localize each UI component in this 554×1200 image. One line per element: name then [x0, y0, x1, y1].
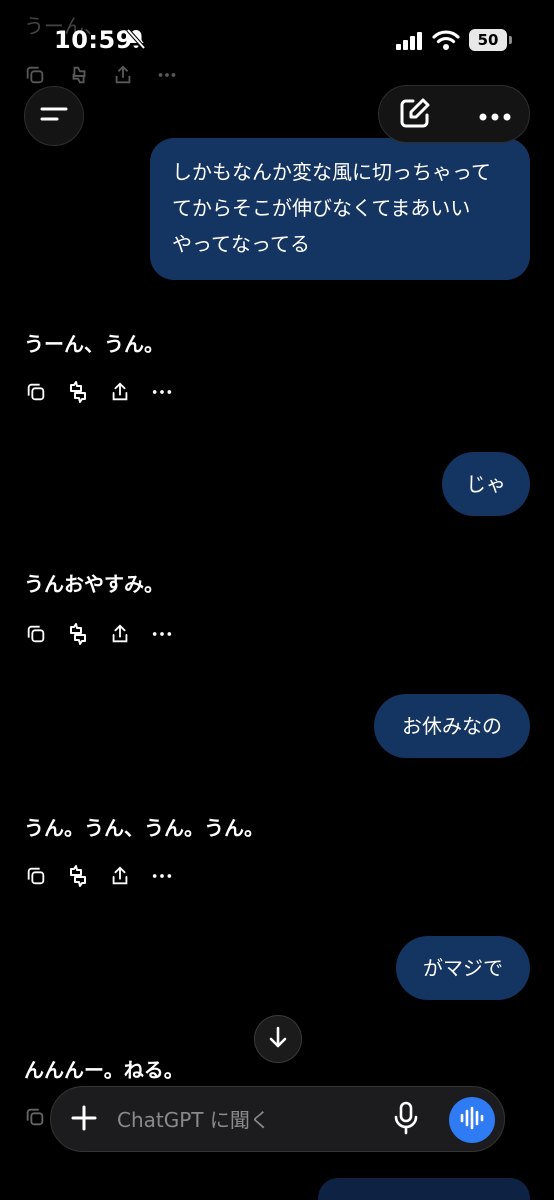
microphone-icon [393, 1101, 419, 1139]
feedback-icon[interactable] [66, 622, 90, 646]
prompt-input[interactable] [117, 1104, 377, 1136]
scroll-to-bottom-button[interactable] [254, 1015, 302, 1063]
more-icon[interactable] [150, 864, 174, 888]
dictation-button[interactable] [388, 1101, 424, 1139]
feedback-icon[interactable] [66, 864, 90, 888]
more-icon[interactable] [150, 380, 174, 404]
copy-icon[interactable] [24, 622, 48, 646]
share-icon[interactable] [108, 380, 132, 404]
copy-icon [24, 1108, 46, 1132]
waveform-icon [459, 1106, 485, 1134]
status-bar: 10:59 50 [0, 0, 554, 80]
message-actions [24, 622, 174, 646]
ellipsis-icon [479, 106, 511, 125]
new-chat-button[interactable] [395, 98, 435, 132]
assistant-message: うん。うん、うん。うん。 [24, 816, 264, 840]
user-message: じゃ [442, 452, 530, 516]
copy-icon[interactable] [24, 380, 48, 404]
options-button[interactable] [475, 98, 515, 132]
attach-button[interactable] [67, 1103, 101, 1137]
more-icon[interactable] [150, 622, 174, 646]
battery-tip-icon [509, 36, 512, 44]
message-actions [24, 864, 174, 888]
assistant-message: うーん、うん。 [24, 332, 164, 356]
message-actions [24, 380, 174, 404]
compose-icon [398, 96, 432, 134]
assistant-message: うんおやすみ。 [24, 572, 164, 596]
user-message: しかもなんか変な風に切っちゃって てからそこが伸びなくてまあいい やってなってる [150, 138, 530, 280]
menu-icon [39, 104, 69, 128]
next-user-message-peek [318, 1178, 530, 1200]
sidebar-menu-button[interactable] [24, 86, 84, 146]
header-actions [378, 85, 530, 143]
user-message: がマジで [396, 936, 530, 1000]
message-actions [24, 1106, 46, 1132]
cellular-signal-icon [396, 32, 424, 54]
arrow-down-icon [267, 1025, 289, 1053]
battery-level: 50 [469, 29, 507, 51]
wifi-icon [432, 29, 460, 55]
share-icon[interactable] [108, 864, 132, 888]
voice-mode-button[interactable] [449, 1097, 495, 1143]
plus-icon [70, 1104, 98, 1136]
message-composer [50, 1086, 505, 1152]
user-message: お休みなの [374, 694, 530, 758]
share-icon[interactable] [108, 622, 132, 646]
status-time: 10:59 [54, 26, 133, 54]
feedback-icon[interactable] [66, 380, 90, 404]
copy-icon[interactable] [24, 864, 48, 888]
assistant-message: んんんー。ねる。 [24, 1058, 184, 1082]
bell-muted-icon [126, 28, 146, 54]
